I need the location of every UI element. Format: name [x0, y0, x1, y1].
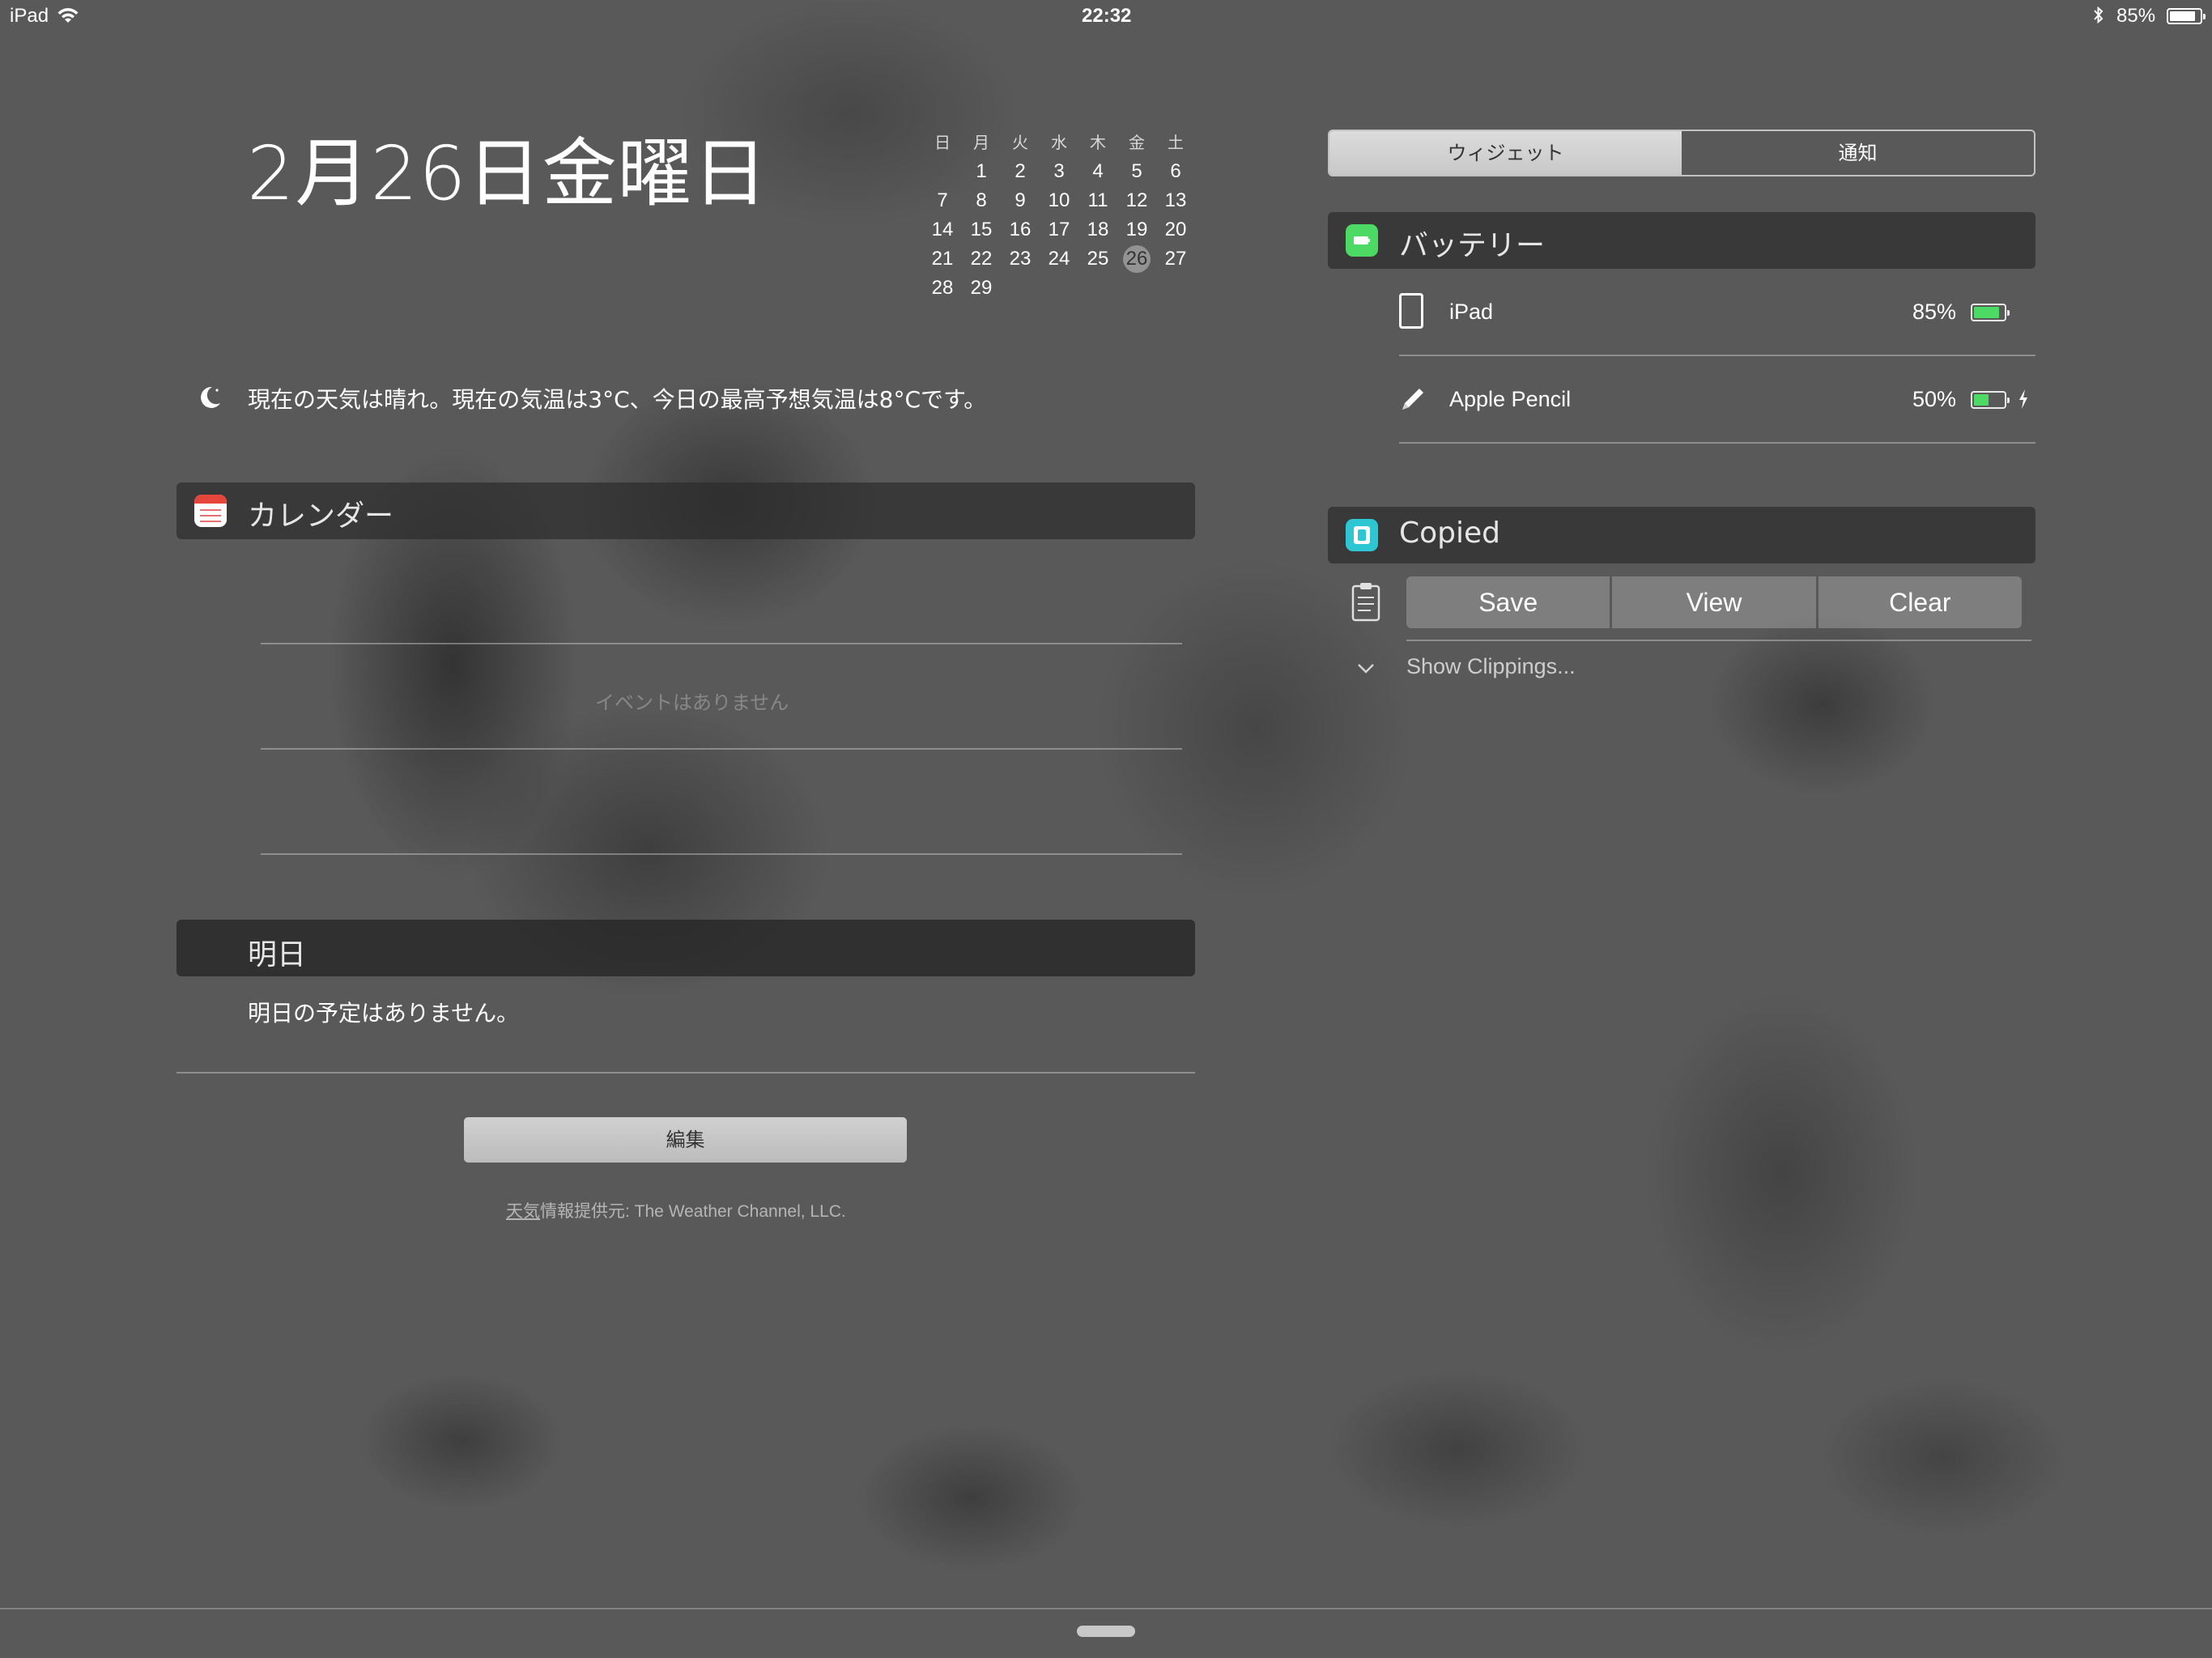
status-battery-icon [2167, 8, 2206, 24]
calendar-day: 28 [931, 277, 954, 299]
copied-save-button[interactable]: Save [1406, 576, 1610, 628]
battery-device-pencil-pct: 50% [1912, 387, 1956, 411]
edit-button[interactable]: 編集 [464, 1117, 907, 1163]
calendar-empty-text: イベントはありません [595, 691, 789, 714]
calendar-day: 12 [1125, 189, 1148, 211]
copied-view-button[interactable]: View [1612, 576, 1816, 628]
battery-ipad-icon [1971, 304, 2010, 321]
calendar-empty-cell [923, 157, 962, 186]
tomorrow-divider [177, 1072, 1195, 1073]
pencil-icon [1402, 389, 1423, 410]
ipad-device-icon [1399, 293, 1423, 329]
copied-widget-title: Copied [1399, 517, 1501, 550]
calendar-day: 2 [1015, 160, 1026, 182]
calendar-app-icon [194, 495, 227, 527]
bluetooth-icon [2094, 6, 2104, 24]
calendar-day: 16 [1009, 219, 1032, 240]
status-battery-pct: 85% [2116, 5, 2156, 27]
calendar-day: 1 [976, 160, 987, 182]
moon-icon [201, 386, 220, 408]
calendar-day: 6 [1170, 160, 1181, 182]
view-segmented-control[interactable]: ウィジェット 通知 [1328, 130, 2035, 176]
copied-divider [1406, 640, 2031, 641]
calendar-day: 5 [1131, 160, 1142, 182]
weather-credit-link[interactable]: 天気 [506, 1202, 540, 1221]
tab-notifications[interactable]: 通知 [1682, 131, 2034, 175]
calendar-day: 18 [1087, 219, 1109, 240]
calendar-day: 3 [1053, 160, 1065, 182]
calendar-day: 7 [937, 189, 948, 211]
pull-handle[interactable] [1077, 1626, 1135, 1637]
calendar-day: 22 [970, 248, 993, 270]
calendar-weekday: 金 [1129, 133, 1145, 152]
copied-app-icon [1346, 519, 1378, 551]
calendar-day-today: 26 [1117, 244, 1156, 274]
battery-device-ipad-name: iPad [1449, 300, 1494, 324]
battery-pencil-icon [1971, 391, 2010, 409]
calendar-day: 4 [1092, 160, 1104, 182]
calendar-day: 17 [1048, 219, 1070, 240]
tomorrow-widget-title: 明日 [248, 938, 307, 971]
calendar-day: 20 [1164, 219, 1187, 240]
battery-device-ipad-pct: 85% [1912, 300, 1956, 324]
calendar-day: 13 [1164, 189, 1187, 211]
wifi-icon [57, 8, 79, 23]
weather-credit-text: 情報提供元: The Weather Channel, LLC. [540, 1202, 846, 1221]
mini-calendar: 日月火水木金土 1 2 3 4 5 6 7 8 9 10 11 12 13 14 15 16 17 18 19 20 21… [923, 128, 1198, 303]
battery-widget-title: バッテリー [1399, 229, 1546, 262]
calendar-day: 29 [970, 277, 993, 299]
calendar-weekday: 火 [1012, 133, 1028, 152]
today-date: 2月26日金曜日 [247, 130, 768, 217]
calendar-day: 14 [931, 219, 954, 240]
status-device-name: iPad [10, 5, 49, 27]
bottom-divider [0, 1608, 2212, 1609]
tab-widgets[interactable]: ウィジェット [1329, 131, 1682, 175]
tomorrow-widget-header[interactable] [177, 920, 1195, 976]
calendar-day: 21 [931, 248, 954, 270]
calendar-day: 15 [970, 219, 993, 240]
calendar-day: 8 [976, 189, 987, 211]
calendar-day: 9 [1015, 189, 1026, 211]
calendar-day: 19 [1125, 219, 1148, 240]
calendar-day: 25 [1087, 248, 1109, 270]
weather-summary: 現在の天気は晴れ。現在の気温は3°C、今日の最高予想気温は8°Cです。 [248, 386, 987, 413]
charging-bolt-icon [2019, 389, 2027, 409]
battery-divider-1 [1399, 355, 2035, 356]
calendar-day: 27 [1164, 248, 1187, 270]
copied-action-bar: Save View Clear [1406, 576, 2022, 628]
calendar-weekday: 水 [1051, 133, 1067, 152]
battery-divider-2 [1399, 442, 2035, 444]
calendar-day: 24 [1048, 248, 1070, 270]
clipboard-icon [1351, 583, 1380, 622]
calendar-weekday: 木 [1090, 133, 1106, 152]
chevron-down-icon[interactable] [1355, 657, 1376, 678]
calendar-weekday: 月 [973, 133, 989, 152]
calendar-divider-3 [261, 853, 1182, 855]
battery-app-icon [1346, 224, 1378, 257]
battery-device-pencil-name: Apple Pencil [1449, 387, 1572, 411]
show-clippings-link[interactable]: Show Clippings... [1406, 654, 1576, 679]
calendar-day: 23 [1009, 248, 1032, 270]
calendar-day: 10 [1048, 189, 1070, 211]
weather-credit: 天気情報提供元: The Weather Channel, LLC. [506, 1198, 846, 1222]
tomorrow-no-events: 明日の予定はありません。 [248, 1000, 520, 1027]
calendar-weekday: 土 [1168, 133, 1184, 152]
calendar-divider-2 [261, 748, 1182, 750]
calendar-day: 11 [1087, 189, 1108, 211]
calendar-widget-title: カレンダー [248, 500, 394, 533]
status-time: 22:32 [1082, 5, 1132, 27]
calendar-divider-1 [261, 643, 1182, 644]
copied-clear-button[interactable]: Clear [1818, 576, 2022, 628]
calendar-weekday: 日 [934, 133, 951, 152]
